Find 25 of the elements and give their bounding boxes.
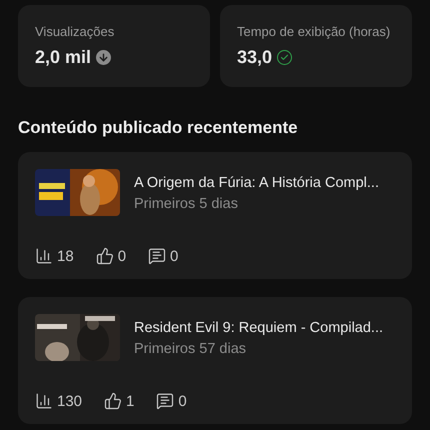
comments-count: 0 bbox=[170, 248, 178, 264]
comment-icon bbox=[148, 247, 166, 265]
metric-value: 33,0 bbox=[237, 47, 272, 68]
bar-chart-icon bbox=[35, 392, 53, 410]
likes-count: 0 bbox=[118, 248, 126, 264]
comments-count: 0 bbox=[178, 392, 187, 410]
video-title: Resident Evil 9: Requiem - Compilad... bbox=[134, 320, 384, 336]
video-title: A Origem da Fúria: A História Compl... bbox=[134, 175, 379, 191]
metric-value: 2,0 mil bbox=[35, 47, 92, 68]
video-card[interactable]: A Origem da Fúria: A História Compl... Primeiros 5 dias 18 0 0 bbox=[18, 152, 412, 279]
metric-label: Visualizações bbox=[35, 24, 116, 39]
video-period: Primeiros 5 dias bbox=[134, 196, 239, 212]
metric-label: Tempo de exibição (horas) bbox=[237, 24, 392, 39]
video-period: Primeiros 57 dias bbox=[134, 341, 248, 357]
views-count: 18 bbox=[57, 248, 74, 264]
thumbs-up-icon bbox=[104, 392, 122, 410]
views-count: 130 bbox=[57, 392, 82, 410]
bar-chart-icon bbox=[35, 247, 53, 265]
section-title: Conteúdo publicado recentemente bbox=[18, 118, 299, 138]
comment-icon bbox=[156, 392, 174, 410]
metric-card[interactable]: Visualizações 2,0 mil bbox=[18, 5, 210, 87]
video-card[interactable]: Resident Evil 9: Requiem - Compilad... Primeiros 57 dias 130 1 0 bbox=[18, 297, 412, 424]
likes-count: 1 bbox=[126, 392, 134, 410]
metric-card[interactable]: Tempo de exibição (horas) 33,0 bbox=[220, 5, 412, 87]
thumbs-up-icon bbox=[96, 247, 114, 265]
